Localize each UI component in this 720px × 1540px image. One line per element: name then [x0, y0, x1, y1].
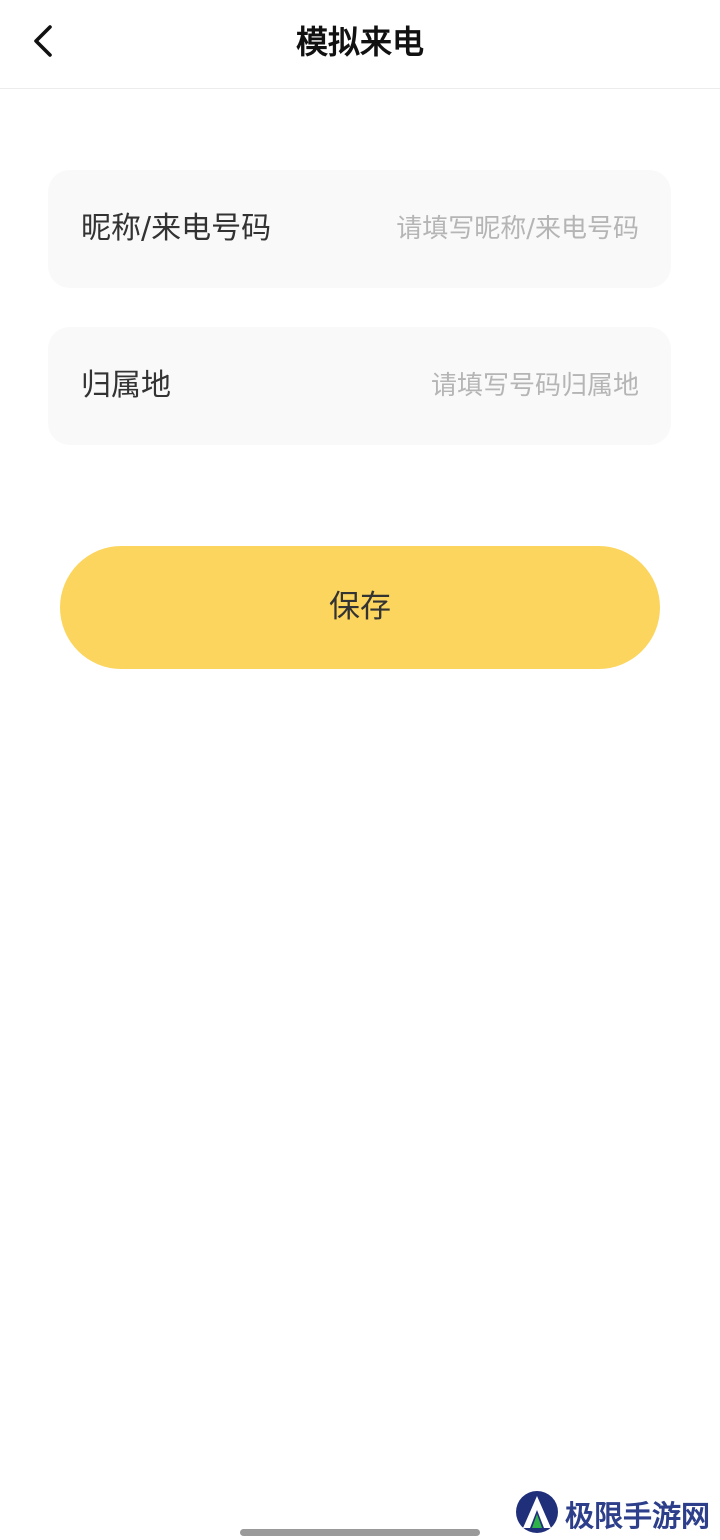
page-title: 模拟来电: [295, 23, 424, 61]
nickname-label: 昵称/来电号码: [81, 211, 272, 246]
nickname-row: 昵称/来电号码: [48, 170, 671, 288]
location-label: 归属地: [81, 368, 171, 403]
nickname-input[interactable]: [309, 204, 639, 254]
navigation-bar: 模拟来电: [0, 0, 720, 89]
site-logo-icon: [515, 1490, 559, 1538]
home-indicator[interactable]: [240, 1529, 480, 1536]
back-button[interactable]: [18, 18, 68, 64]
watermark-text: 极限手游网: [564, 1499, 710, 1533]
save-button[interactable]: 保存: [60, 546, 660, 669]
location-input[interactable]: [309, 361, 639, 411]
watermark: 极限手游网: [515, 1490, 710, 1538]
location-row: 归属地: [48, 327, 671, 445]
chevron-left-icon: [31, 23, 55, 59]
